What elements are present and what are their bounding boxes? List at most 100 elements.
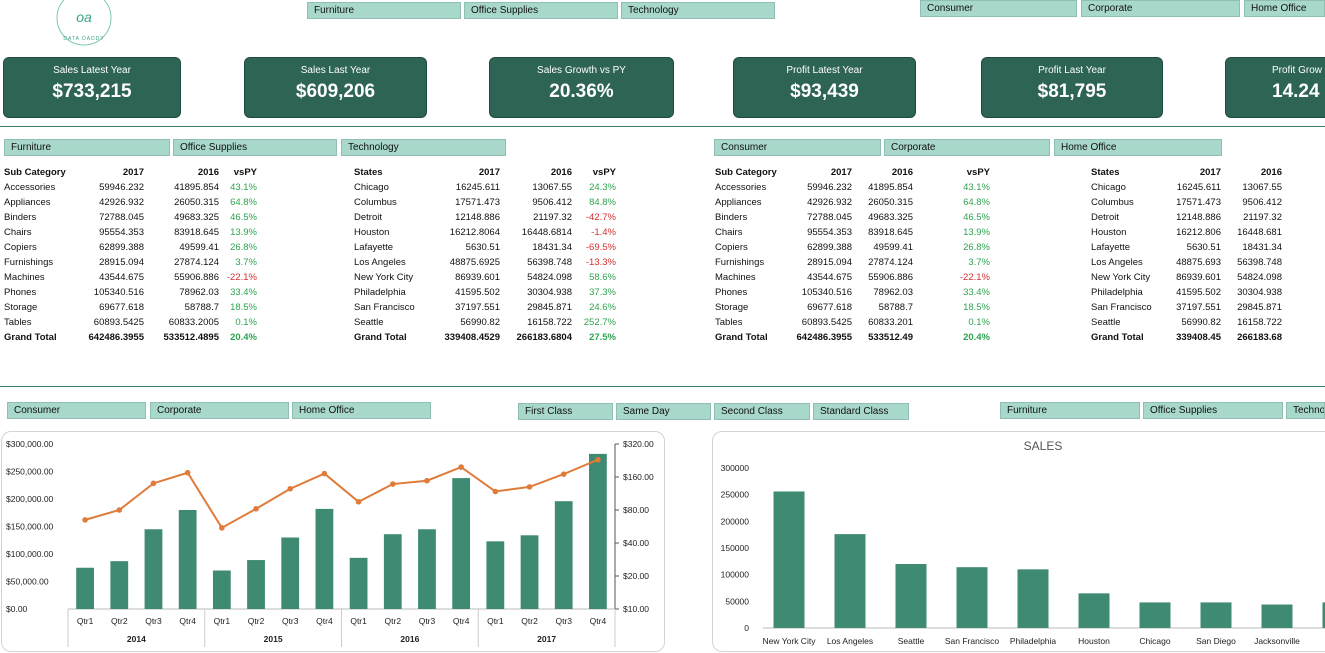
table-cell: 59946.232 (807, 182, 852, 193)
table-row: Appliances 42926.932 26050.315 64.8% (4, 195, 257, 210)
city-sales-bar (1200, 602, 1232, 628)
city-sales-bar (834, 534, 866, 628)
table-cell: Grand Total (1091, 332, 1144, 343)
table-cell: 69677.618 (807, 302, 852, 313)
quarter-sales-bar (212, 570, 231, 609)
table-cell: 21197.32 (533, 212, 572, 223)
table-cell: Lafayette (354, 242, 394, 253)
slicer-technology[interactable]: Technology (341, 139, 506, 156)
profit-point (82, 517, 88, 523)
slicer-office-supplies[interactable]: Office Supplies (173, 139, 337, 156)
table-cell: 54824.098 (527, 272, 572, 283)
city-sales-chart: SALES 0 50000 100000 150000 200000 250000 30000… (721, 439, 1325, 646)
table-row: Phones 105340.516 78962.03 33.4% (715, 285, 990, 300)
table-row: Storage 69677.618 58788.7 18.5% (715, 300, 990, 315)
kpi-value: $733,215 (52, 81, 132, 102)
y-axis-tick-label: 200000 (721, 516, 750, 526)
slicer-standard-class[interactable]: Standard Class (813, 403, 909, 420)
top-slicer-technology[interactable]: Technology (621, 2, 775, 19)
column-header: vsPY (966, 167, 990, 178)
table-cell: 69677.618 (99, 302, 144, 313)
table-cell: 26.8% (963, 242, 990, 253)
table-cell: Chairs (4, 227, 32, 238)
table-cell: 3.7% (235, 257, 257, 268)
bottom-slicer-home-office[interactable]: Home Office (292, 402, 431, 419)
quarter-sales-bar (383, 534, 402, 609)
table-cell: 27874.124 (868, 257, 913, 268)
secondary-axis-tick-label: $80.00 (623, 505, 649, 515)
quarter-sales-bar (486, 541, 505, 609)
kpi-value: $81,795 (1037, 81, 1107, 102)
table-cell: Appliances (715, 197, 762, 208)
profit-point (287, 485, 294, 492)
slicer-furniture[interactable]: Furniture (4, 139, 170, 156)
slicer-corporate[interactable]: Corporate (884, 139, 1050, 156)
table-cell: 60893.5425 (801, 317, 852, 328)
bottom-slicer-furniture[interactable]: Furniture (1000, 402, 1140, 419)
table-cell: 55906.886 (868, 272, 913, 283)
table-cell: 17571.473 (455, 197, 500, 208)
table-cell: 16212.8064 (449, 227, 500, 238)
top-slicer-consumer[interactable]: Consumer (920, 0, 1077, 17)
table-row: San Francisco 37197.551 29845.871 (1091, 300, 1282, 315)
kpi-label: Sales Last Year (300, 65, 371, 76)
top-slicer-corporate[interactable]: Corporate (1081, 0, 1240, 17)
bottom-slicer-technology[interactable]: Techno (1286, 402, 1325, 419)
table-cell: 16245.611 (1176, 182, 1221, 193)
table-cell: 49599.41 (873, 242, 913, 253)
slicer-same-day[interactable]: Same Day (616, 403, 711, 420)
table-cell: Phones (715, 287, 748, 298)
table-row: Accessories 59946.232 41895.854 43.1% (715, 180, 990, 195)
table-row: Lafayette 5630.51 18431.34 -69.5% (354, 240, 616, 255)
top-slicer-office-supplies[interactable]: Office Supplies (464, 2, 618, 19)
table-cell: 0.1% (968, 317, 990, 328)
table-cell: 3.7% (968, 257, 990, 268)
table-cell: 64.8% (963, 197, 990, 208)
table-cell: 16448.681 (1237, 227, 1282, 238)
table-cell: 55906.886 (174, 272, 219, 283)
table-cell: 18.5% (963, 302, 990, 313)
table-cell: Houston (1091, 227, 1127, 238)
top-slicer-home-office[interactable]: Home Office (1244, 0, 1325, 17)
table-cell: 16448.6814 (521, 227, 572, 238)
kpi-profit-last-year: Profit Last Year $81,795 (981, 57, 1163, 118)
table-cell: 252.7% (583, 317, 616, 328)
table-cell: 62899.388 (807, 242, 852, 253)
bottom-slicer-consumer[interactable]: Consumer (7, 402, 146, 419)
table-cell: Tables (715, 317, 743, 328)
grand-total-row: Grand Total 339408.45 266183.68 (1091, 330, 1282, 345)
table-cell: 46.5% (963, 212, 990, 223)
profit-point (458, 464, 464, 470)
table-cell: 64.8% (230, 197, 257, 208)
quarter-sales-bar (247, 560, 265, 609)
profit-point (526, 484, 533, 490)
quarter-sales-bar (144, 529, 163, 609)
table-cell: Accessories (715, 182, 767, 193)
top-slicer-furniture[interactable]: Furniture (307, 2, 461, 19)
bottom-slicer-corporate[interactable]: Corporate (150, 402, 289, 419)
table-cell: 62899.388 (99, 242, 144, 253)
table-row: Copiers 62899.388 49599.41 26.8% (4, 240, 257, 255)
bottom-slicer-office-supplies[interactable]: Office Supplies (1143, 402, 1283, 419)
slicer-consumer[interactable]: Consumer (714, 139, 881, 156)
x-axis-quarter-label: Qtr3 (282, 616, 299, 626)
x-axis-city-label: New York City (763, 636, 817, 646)
table-cell: Philadelphia (1091, 287, 1143, 298)
slicer-first-class[interactable]: First Class (518, 403, 613, 420)
table-cell: San Francisco (354, 302, 415, 313)
kpi-value: $609,206 (295, 81, 376, 102)
table-row: Detroit 12148.886 21197.32 -42.7% (354, 210, 616, 225)
quarter-sales-bar (418, 529, 436, 609)
table-cell: 5630.51 (465, 242, 500, 253)
slicer-second-class[interactable]: Second Class (714, 403, 810, 420)
table-cell: Chairs (715, 227, 743, 238)
table-cell: 46.5% (230, 212, 257, 223)
table-cell: 37.3% (589, 287, 616, 298)
subcategory-table: Sub Category 2017 2016 vsPY Accessories 5… (4, 165, 257, 345)
slicer-home-office[interactable]: Home Office (1054, 139, 1222, 156)
table-cell: 24.3% (589, 182, 616, 193)
y-axis-tick-label: $0.00 (6, 604, 28, 614)
x-axis-quarter-label: Qtr3 (419, 616, 436, 626)
table-row: New York City 86939.601 54824.098 58.6% (354, 270, 616, 285)
table-cell: -22.1% (226, 272, 257, 283)
